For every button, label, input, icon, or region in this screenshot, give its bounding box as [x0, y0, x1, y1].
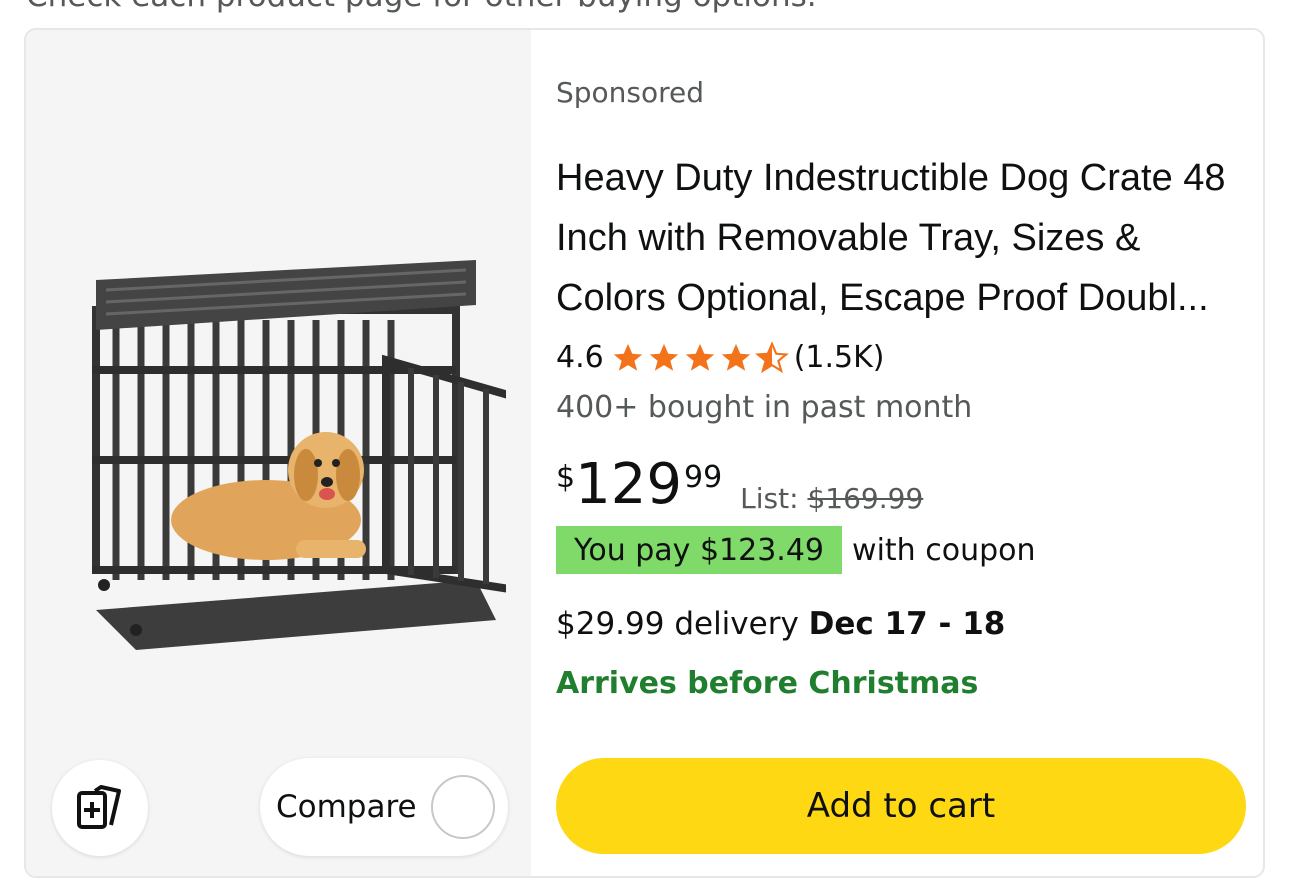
delivery-info: $29.99 delivery Dec 17 - 18	[556, 606, 1005, 642]
price-row: $ 129 99 List: $169.99	[556, 452, 923, 518]
review-count[interactable]: (1.5K)	[794, 340, 885, 375]
product-title[interactable]: Heavy Duty Indestructible Dog Crate 48 I…	[556, 148, 1246, 328]
star-rating	[610, 340, 790, 375]
dog-crate-product-image[interactable]	[56, 250, 506, 660]
add-to-collection-button[interactable]	[52, 760, 148, 856]
product-info: Sponsored Heavy Duty Indestructible Dog …	[556, 30, 1256, 876]
add-to-cart-button[interactable]: Add to cart	[556, 758, 1246, 854]
compare-toggle[interactable]	[430, 775, 495, 839]
star-full-icon	[613, 343, 642, 371]
rating-value: 4.6	[556, 340, 604, 375]
sponsored-label: Sponsored	[556, 76, 705, 109]
compare-button[interactable]: Compare	[260, 758, 508, 856]
delivery-cost: $29.99 delivery	[556, 606, 799, 642]
product-card[interactable]: Compare Sponsored Heavy Duty Indestructi…	[24, 28, 1265, 878]
price-symbol: $	[556, 460, 576, 495]
star-full-icon	[649, 343, 678, 371]
arrives-before-christmas: Arrives before Christmas	[556, 666, 979, 701]
compare-label: Compare	[276, 789, 417, 825]
price-whole: 129	[575, 452, 682, 517]
coupon-row: You pay $123.49 with coupon	[556, 526, 1036, 574]
star-half-icon	[754, 340, 789, 373]
bought-count: 400+ bought in past month	[556, 390, 973, 425]
price-fraction: 99	[683, 460, 723, 495]
rating-row[interactable]: 4.6 (1.5K)	[556, 340, 885, 375]
delivery-date: Dec 17 - 18	[808, 606, 1006, 642]
coupon-badge: You pay $123.49	[556, 526, 843, 574]
list-price: List: $169.99	[740, 482, 923, 515]
product-image-panel[interactable]: Compare	[26, 30, 531, 876]
add-to-collection-icon	[77, 785, 121, 829]
coupon-text: with coupon	[852, 532, 1036, 568]
star-full-icon	[685, 343, 714, 371]
list-price-value: $169.99	[807, 482, 924, 515]
top-note: Check each product page for other buying…	[26, 0, 817, 14]
list-price-label: List:	[740, 482, 799, 515]
star-full-icon	[721, 343, 750, 371]
